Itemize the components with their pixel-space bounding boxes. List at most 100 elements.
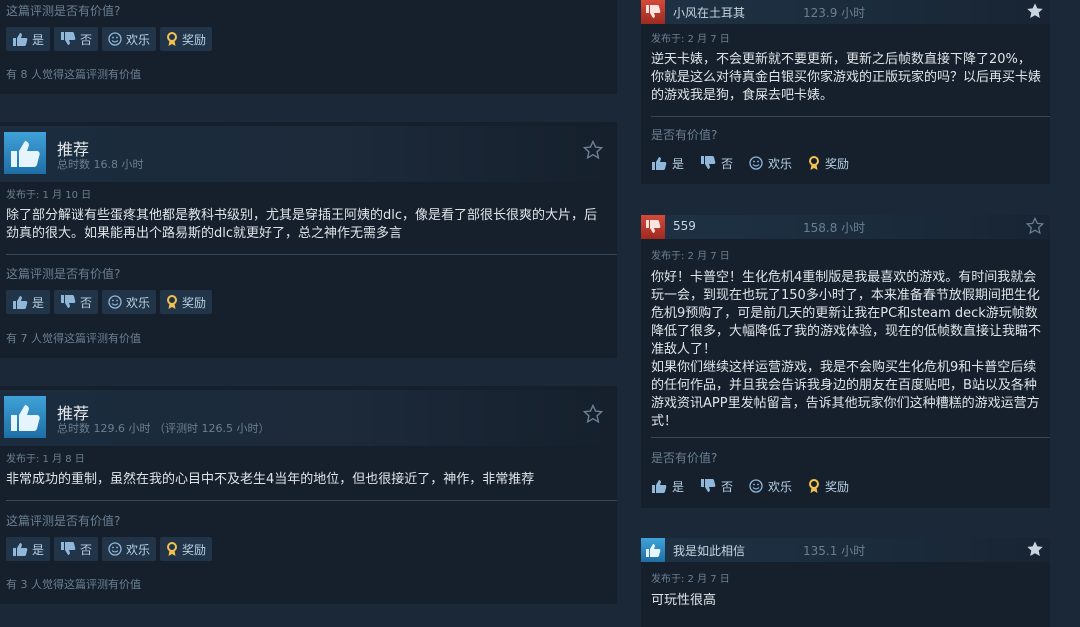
reviewer-name[interactable]: 559 <box>673 219 696 233</box>
playtime-hours: 总时数 16.8 小时 <box>57 158 144 171</box>
thumbs-up-icon <box>652 157 667 170</box>
vote-funny-button[interactable]: 欢乐 <box>749 475 792 497</box>
review-header: 推荐 总时数 129.6 小时 （评测时 126.5 小时） <box>0 390 609 446</box>
thumbs-down-icon <box>641 215 665 239</box>
vote-funny-button[interactable]: 欢乐 <box>102 290 157 314</box>
divider <box>6 254 617 255</box>
helpful-question: 是否有价值? <box>651 451 718 465</box>
review-card: 小风在土耳其 123.9 小时 发布于: 2 月 7 日 逆天卡婊，不会更新就不… <box>641 0 1050 184</box>
award-button[interactable]: 奖励 <box>808 152 849 174</box>
thumbs-up-icon <box>652 480 667 493</box>
vote-no-button[interactable]: 否 <box>54 27 99 51</box>
thumbs-down-icon <box>701 479 716 492</box>
award-icon <box>167 541 178 556</box>
review-header: 推荐 总时数 16.8 小时 <box>0 126 609 182</box>
review-header: 小风在土耳其 123.9 小时 <box>641 0 1050 24</box>
review-text: 可玩性很高 <box>651 593 717 608</box>
vote-no-button[interactable]: 否 <box>700 152 733 174</box>
vote-yes-button[interactable]: 是 <box>6 290 51 314</box>
award-icon <box>809 155 820 170</box>
award-button[interactable]: 奖励 <box>160 290 213 314</box>
right-review-column: 小风在土耳其 123.9 小时 发布于: 2 月 7 日 逆天卡婊，不会更新就不… <box>641 0 1050 627</box>
found-helpful-text: 有 8 人觉得这篇评测有价值 <box>6 68 141 81</box>
vote-funny-label: 欢乐 <box>126 295 151 310</box>
vote-yes-label: 是 <box>32 542 45 557</box>
divider <box>651 116 1050 117</box>
reviewer-name[interactable]: 我是如此相信 <box>673 542 745 559</box>
vote-funny-label: 欢乐 <box>126 542 151 557</box>
thumbs-up-icon <box>641 538 665 562</box>
divider <box>6 500 617 501</box>
playtime-hours: 123.9 小时 <box>803 6 866 20</box>
review-header: 我是如此相信 135.1 小时 <box>641 538 1050 562</box>
vote-yes-button[interactable]: 是 <box>651 152 684 174</box>
star-icon[interactable] <box>583 140 603 160</box>
smiley-icon <box>108 295 122 309</box>
vote-row: 是 否 欢乐 奖励 <box>651 475 849 497</box>
thumbs-down-icon <box>61 295 76 308</box>
thumbs-up-icon <box>4 132 46 174</box>
vote-yes-button[interactable]: 是 <box>6 27 51 51</box>
vote-funny-button[interactable]: 欢乐 <box>749 152 792 174</box>
left-review-column: 这篇评测是否有价值? 是 否 欢乐 奖励 有 8 人觉得这篇评测有价值 推荐 总… <box>0 0 617 627</box>
review-card: 推荐 总时数 16.8 小时 发布于: 1 月 10 日 除了部分解谜有些蛋疼其… <box>0 122 617 358</box>
smiley-icon <box>749 156 763 170</box>
review-card: 559 158.8 小时 发布于: 2 月 7 日 你好！卡普空！生化危机4重制… <box>641 215 1050 508</box>
vote-yes-label: 是 <box>672 479 685 494</box>
star-icon[interactable] <box>1026 540 1044 558</box>
found-helpful-text: 有 7 人觉得这篇评测有价值 <box>6 332 141 345</box>
star-icon[interactable] <box>583 404 603 424</box>
award-label: 奖励 <box>182 295 207 310</box>
helpful-question: 这篇评测是否有价值? <box>6 267 121 281</box>
posted-date: 发布于: 1 月 10 日 <box>6 190 92 201</box>
vote-no-button[interactable]: 否 <box>54 290 99 314</box>
vote-funny-button[interactable]: 欢乐 <box>102 27 157 51</box>
vote-no-label: 否 <box>80 542 93 557</box>
vote-yes-label: 是 <box>32 295 45 310</box>
vote-no-label: 否 <box>80 295 93 310</box>
vote-no-button[interactable]: 否 <box>54 537 99 561</box>
star-icon[interactable] <box>1026 217 1044 235</box>
award-label: 奖励 <box>182 32 207 47</box>
smiley-icon <box>749 479 763 493</box>
review-card: 这篇评测是否有价值? 是 否 欢乐 奖励 有 8 人觉得这篇评测有价值 <box>0 0 617 94</box>
thumbs-down-icon <box>701 156 716 169</box>
review-text: 你好！卡普空！生化危机4重制版是我最喜欢的游戏。有时间我就会玩一会，到现在也玩了… <box>651 270 1042 357</box>
playtime-hours: 总时数 129.6 小时 （评测时 126.5 小时） <box>57 422 270 435</box>
posted-date: 发布于: 1 月 8 日 <box>6 454 85 465</box>
reviewer-name[interactable]: 小风在土耳其 <box>673 4 745 21</box>
vote-no-label: 否 <box>721 479 734 494</box>
award-label: 奖励 <box>825 156 850 171</box>
vote-no-button[interactable]: 否 <box>700 475 733 497</box>
vote-no-label: 否 <box>80 32 93 47</box>
review-text: 除了部分解谜有些蛋疼其他都是教科书级别，尤其是穿插王阿姨的dlc，像是看了部很长… <box>6 208 598 241</box>
vote-row: 是 否 欢乐 奖励 <box>6 290 213 314</box>
review-text-continued: 如果你们继续这样运营游戏，我是不会购买生化危机9和卡普空后续的任何作品，并且我会… <box>651 360 1040 429</box>
thumbs-down-icon <box>61 542 76 555</box>
vote-funny-label: 欢乐 <box>768 479 793 494</box>
divider <box>651 437 1050 438</box>
review-text: 逆天卡婊，不会更新就不要更新，更新之后帧数直接下降了20%，你就是这么对待真金白… <box>651 52 1042 103</box>
vote-row: 是 否 欢乐 奖励 <box>6 27 213 51</box>
vote-yes-label: 是 <box>32 32 45 47</box>
thumbs-up-icon <box>13 33 28 46</box>
award-button[interactable]: 奖励 <box>160 537 213 561</box>
vote-yes-button[interactable]: 是 <box>651 475 684 497</box>
vote-yes-label: 是 <box>672 156 685 171</box>
vote-row: 是 否 欢乐 奖励 <box>6 537 213 561</box>
thumbs-up-icon <box>4 396 46 438</box>
award-button[interactable]: 奖励 <box>160 27 213 51</box>
helpful-question: 是否有价值? <box>651 128 718 142</box>
award-icon <box>167 31 178 46</box>
award-button[interactable]: 奖励 <box>808 475 849 497</box>
vote-funny-button[interactable]: 欢乐 <box>102 537 157 561</box>
review-card: 推荐 总时数 129.6 小时 （评测时 126.5 小时） 发布于: 1 月 … <box>0 386 617 604</box>
vote-no-label: 否 <box>721 156 734 171</box>
thumbs-down-icon <box>641 0 665 24</box>
award-label: 奖励 <box>825 479 850 494</box>
helpful-question: 这篇评测是否有价值? <box>6 514 121 528</box>
posted-date: 发布于: 2 月 7 日 <box>651 251 730 262</box>
star-icon[interactable] <box>1026 2 1044 20</box>
posted-date: 发布于: 2 月 7 日 <box>651 34 730 45</box>
vote-yes-button[interactable]: 是 <box>6 537 51 561</box>
